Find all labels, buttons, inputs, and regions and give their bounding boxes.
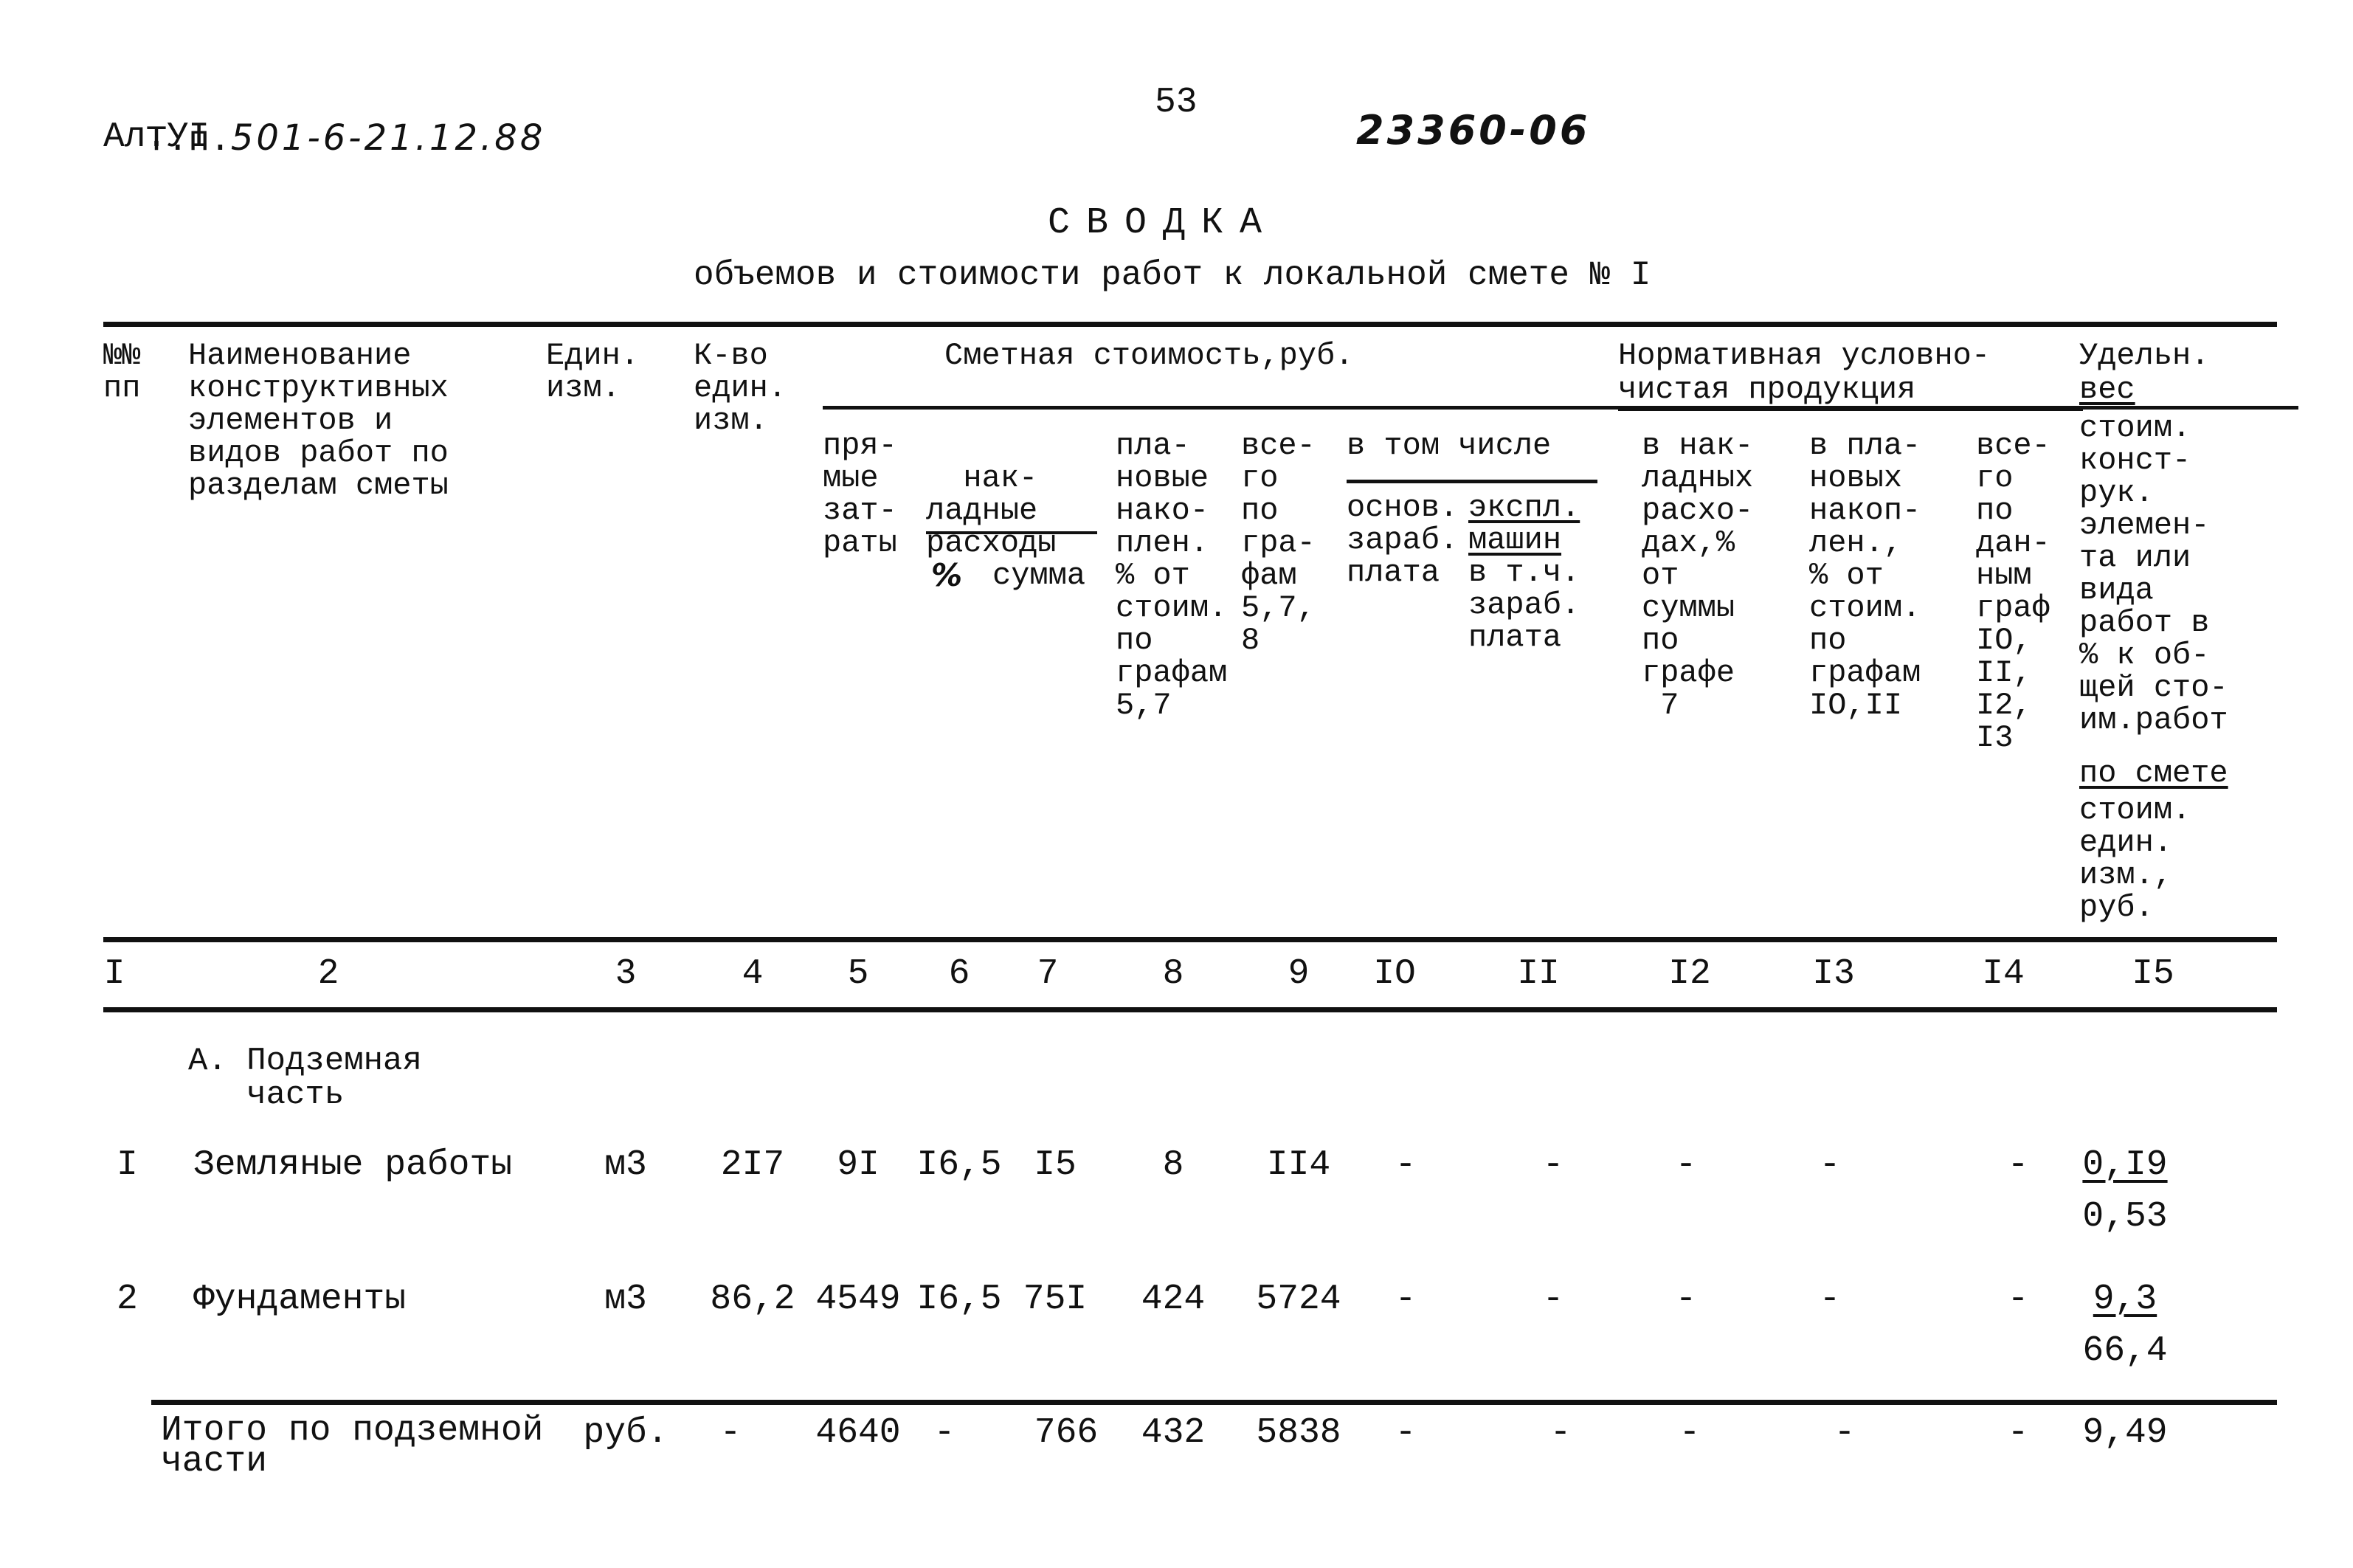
row-share-top: 0,I9	[2082, 1145, 2168, 1185]
npp-group-rule	[1618, 407, 2083, 411]
document-title: СВОДКА	[1048, 202, 1279, 244]
overhead-underline	[926, 531, 1097, 534]
header-planned: пла- новые нако- плен. % от стоим. по гр…	[1116, 428, 1228, 723]
header-share-line1: Удельн.	[2079, 338, 2210, 373]
header-unit: Един. изм.	[546, 338, 640, 406]
header-total: все- го по гра- фам 5,7, 8	[1241, 428, 1316, 658]
header-npp-line2: чистая продукция	[1618, 372, 1916, 407]
header-base-wage: основ. зараб. плата	[1347, 490, 1459, 590]
row-share-top: 9,3	[2093, 1279, 2157, 1319]
document-number: 23360-06	[1356, 107, 1591, 153]
row-name: Земляные работы	[193, 1145, 513, 1185]
header-machines: экспл. машин	[1468, 490, 1580, 558]
header-overhead-sum: сумма	[992, 558, 1086, 593]
header-qty: К-во един. изм.	[694, 338, 787, 438]
header-overhead-group: нак- ладные расходы	[926, 429, 1056, 559]
document-subtitle: объемов и стоимости работ к локальной см…	[694, 256, 1651, 294]
header-share-tail: стоим. един. изм., руб.	[2079, 792, 2191, 925]
row-number: 2	[117, 1279, 138, 1319]
header-share-rest: стоим. конст- рук. элемен- та или вида р…	[2079, 410, 2228, 738]
header-name: Наименование конструктивных элементов и …	[188, 338, 449, 503]
header-share-underlined: по смете	[2079, 756, 2228, 791]
row-share-bottom: 66,4	[2082, 1331, 2168, 1371]
section-title: А. Подземная часть	[188, 1043, 422, 1113]
column-number: I	[103, 954, 125, 994]
column-numbers-rule	[103, 1007, 2277, 1012]
table-top-rule	[103, 322, 2277, 327]
row-number: I	[117, 1145, 138, 1185]
page-number: 53	[1155, 83, 1198, 122]
header-npp-total: все- го по дан- ным граф IO, II, I2, I3	[1976, 428, 2050, 756]
total-label: Итого по подземной части	[161, 1411, 544, 1482]
incl-group-rule	[1347, 480, 1597, 483]
header-direct: пря- мые зат- раты	[823, 428, 897, 561]
album-label: Ал.УI	[103, 117, 210, 157]
header-incl-group: в том числе	[1347, 428, 1552, 463]
row-share-bottom: 0,53	[2082, 1197, 2168, 1237]
header-overhead-label: нак- ладные расходы	[926, 460, 1057, 561]
header-machines-wage: в т.ч. зараб. плата	[1468, 555, 1580, 655]
header-cost-group: Сметная стоимость,руб.	[944, 338, 1354, 373]
column-number: I5	[2132, 954, 2174, 994]
column-number: 2	[317, 954, 339, 994]
header-npp-planned: в пла- новых накоп- лен., % от стоим. по…	[1809, 428, 1921, 723]
project-code: 501-6-21.12.88	[230, 117, 546, 159]
header-npp-line1: Нормативная условно-	[1618, 338, 1991, 373]
header-share-line2: вес	[2079, 372, 2135, 407]
subtotal-rule	[151, 1400, 2277, 1405]
header-num: №№ пп	[103, 338, 141, 406]
total-share: 9,49	[2082, 1413, 2168, 1453]
header-bottom-rule	[103, 937, 2277, 942]
row-name: Фундаменты	[193, 1279, 407, 1319]
header-overhead-pct: %	[931, 557, 963, 593]
header-npp-overhead: в нак- ладных расхо- дах,% от суммы по г…	[1642, 428, 1754, 723]
